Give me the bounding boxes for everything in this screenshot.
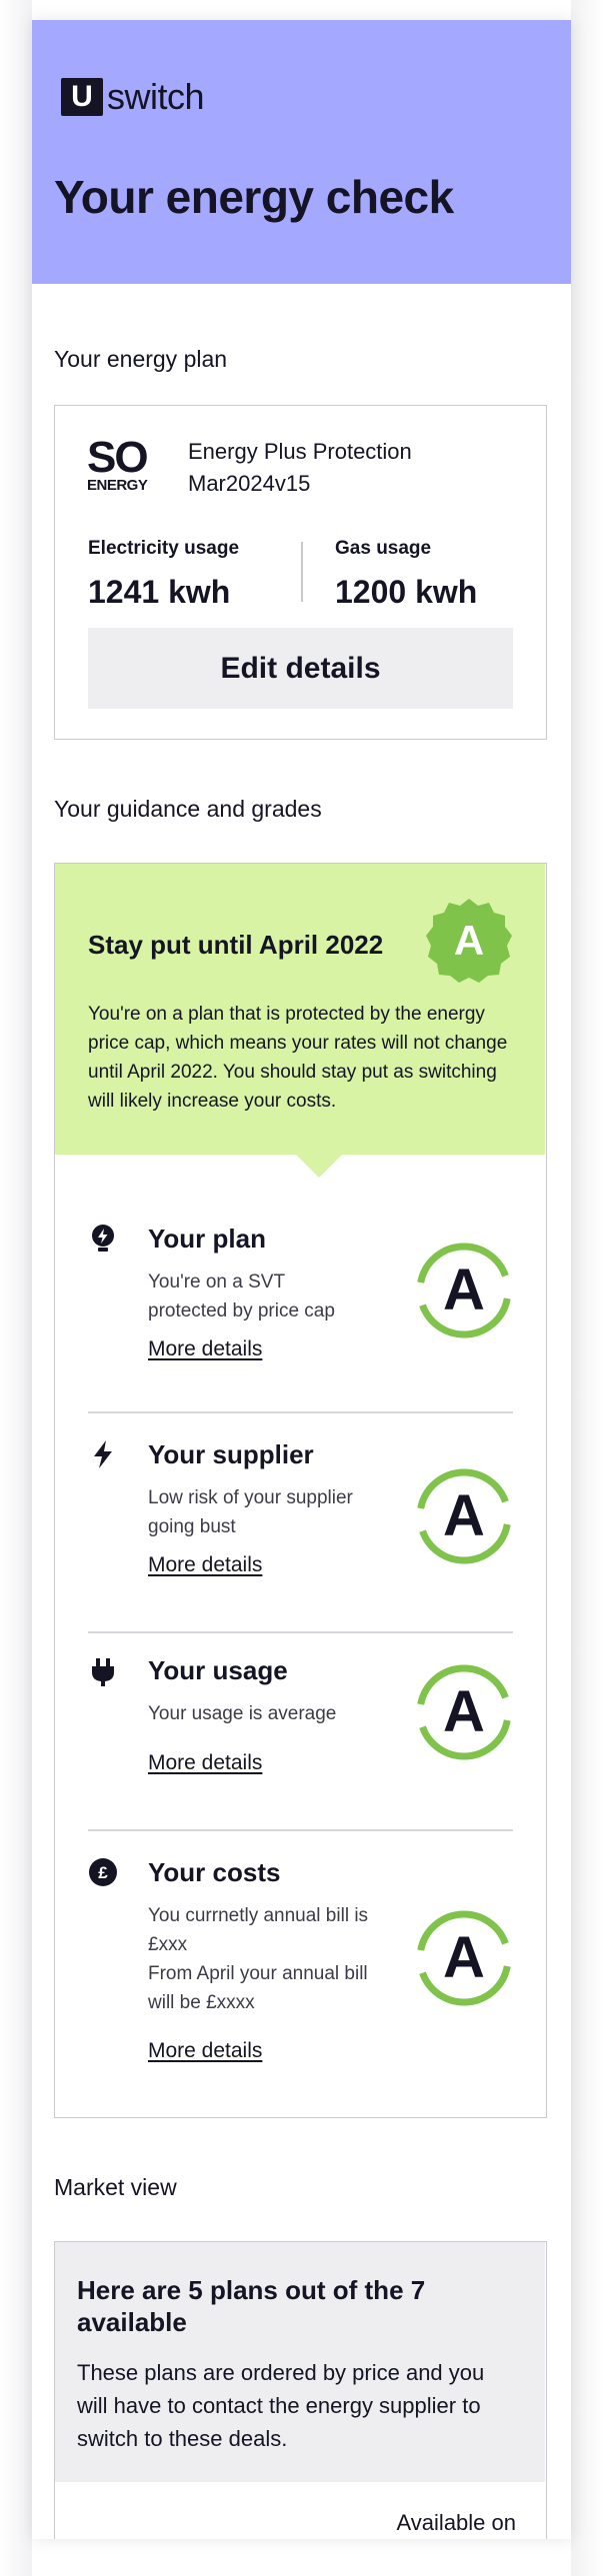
grade-row-supplier-desc-line-2: going bust [148, 1516, 236, 1537]
supplier-grade-letter: A [443, 1483, 485, 1548]
electricity-usage: Electricity usage 1241 kwh [88, 538, 239, 611]
grade-row-plan-desc: You're on a SVT protected by price cap [148, 1268, 398, 1325]
lightbulb-icon [92, 1225, 114, 1252]
guidance-card: Stay put until April 2022 A You're on a … [54, 863, 547, 2118]
grade-row-costs-desc-line-4: will be £xxxx [148, 1992, 255, 2013]
uswitch-logo[interactable]: U switch [61, 76, 205, 118]
costs-grade-ring: A [416, 1910, 512, 2006]
market-title: Here are 5 plans out of the 7 available [77, 2275, 426, 2337]
grade-row-supplier-desc-line-1: Low risk of your supplier [148, 1487, 353, 1508]
lightning-icon [94, 1440, 112, 1468]
page-shadow-left [0, 0, 32, 2576]
electricity-usage-value: 1241 kwh [88, 574, 231, 610]
grade-row-costs: £ Your costs You currnetly annual bill i… [55, 1843, 545, 2103]
gas-usage-value: 1200 kwh [335, 574, 478, 610]
electricity-usage-label: Electricity usage [88, 538, 240, 559]
energy-plan-heading: Your energy plan [54, 346, 228, 372]
plug-icon [92, 1658, 114, 1686]
so-energy-logo-energy: ENERGY [87, 477, 148, 494]
grade-row-costs-desc-line-3: From April your annual bill [148, 1963, 368, 1984]
guidance-pointer [295, 1154, 343, 1178]
supplier-more-details-link[interactable]: More details [148, 1553, 262, 1577]
gas-usage: Gas usage 1200 kwh [335, 538, 477, 611]
grade-row-usage-desc: Your usage is average [148, 1699, 398, 1728]
grade-row-supplier-desc: Low risk of your supplier going bust [148, 1483, 398, 1541]
grade-row-plan: Your plan You're on a SVT protected by p… [55, 1204, 545, 1393]
pound-icon: £ [89, 1858, 117, 1886]
row-divider [88, 1631, 513, 1633]
energy-plan-card: SO ENERGY Energy Plus Protection Mar2024… [54, 405, 547, 740]
grade-row-plan-desc-line-2: protected by price cap [148, 1300, 335, 1321]
grade-row-plan-title: Your plan [148, 1224, 266, 1254]
guidance-headline: Stay put until April 2022 [88, 930, 384, 960]
so-energy-logo: SO ENERGY [87, 433, 149, 494]
plan-more-details-link[interactable]: More details [148, 1337, 262, 1361]
so-energy-logo-so: SO [87, 433, 149, 482]
plan-name: Energy Plus Protection Mar2024v15 [188, 436, 488, 500]
costs-grade-letter: A [443, 1925, 485, 1990]
grade-row-costs-title: Your costs [148, 1857, 281, 1887]
logo-letter: U [61, 78, 103, 116]
available-on-label: Available on [396, 2510, 516, 2535]
plan-name-line-1: Energy Plus Protection [188, 439, 412, 464]
grade-row-usage-title: Your usage [148, 1655, 288, 1685]
grade-row-costs-desc-line-2: £xxx [148, 1934, 188, 1955]
page: U switch Your energy check Your energy p… [32, 20, 571, 2539]
usage-more-details-link[interactable]: More details [148, 1751, 262, 1775]
overall-grade-letter: A [454, 917, 484, 964]
market-description: These plans are ordered by price and you… [77, 2360, 485, 2451]
plan-name-line-2: Mar2024v15 [188, 471, 311, 496]
row-divider [88, 1829, 513, 1831]
header: U switch Your energy check [32, 20, 571, 284]
guidance-heading: Your guidance and grades [54, 796, 322, 822]
plan-grade-letter: A [443, 1258, 485, 1322]
edit-details-button[interactable]: Edit details [88, 628, 513, 709]
page-title: Your energy check [54, 171, 454, 223]
page-shadow-right [571, 0, 603, 2576]
market-view-heading: Market view [54, 2174, 177, 2200]
grade-row-usage: Your usage Your usage is average More de… [55, 1643, 545, 1823]
grade-row-supplier: Your supplier Low risk of your supplier … [55, 1423, 545, 1623]
grade-row-costs-desc-line-1: You currnetly annual bill is [148, 1905, 369, 1926]
costs-more-details-link[interactable]: More details [148, 2039, 262, 2063]
svg-text:£: £ [98, 1863, 108, 1882]
overall-grade-badge: A [426, 899, 512, 983]
supplier-grade-ring: A [416, 1468, 512, 1564]
logo-word: switch [107, 76, 205, 117]
grade-row-plan-desc-line-1: You're on a SVT [148, 1272, 286, 1292]
guidance-summary: Stay put until April 2022 A You're on a … [55, 864, 545, 1155]
row-divider [88, 1411, 513, 1413]
usage-grade-letter: A [443, 1679, 485, 1744]
grade-row-supplier-title: Your supplier [148, 1439, 314, 1469]
grade-row-costs-desc: You currnetly annual bill is £xxx From A… [148, 1901, 398, 2017]
gas-usage-label: Gas usage [335, 538, 432, 559]
usage-grade-ring: A [416, 1664, 512, 1760]
usage-divider [301, 542, 303, 602]
guidance-text: You're on a plan that is protected by th… [88, 1004, 508, 1112]
grade-row-usage-desc-line-1: Your usage is average [148, 1703, 337, 1724]
plan-grade-ring: A [416, 1243, 512, 1338]
market-summary: Here are 5 plans out of the 7 available … [55, 2242, 545, 2482]
market-view-card: Here are 5 plans out of the 7 available … [54, 2241, 547, 2539]
